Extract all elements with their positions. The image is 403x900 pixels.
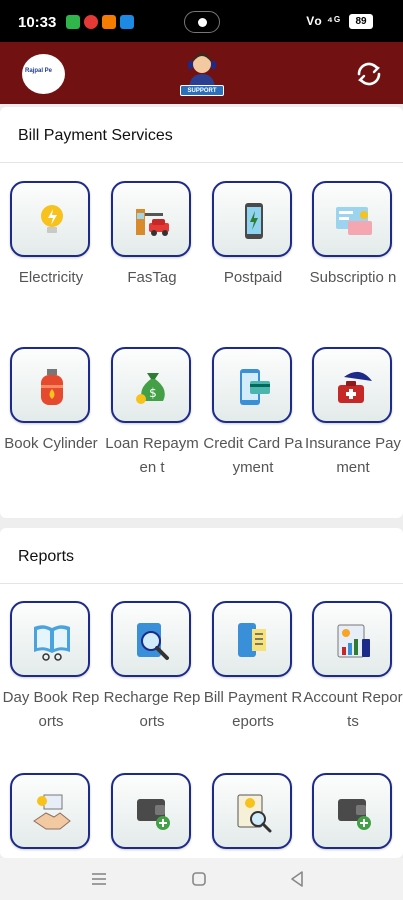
tile-box: [111, 601, 191, 677]
app-logo[interactable]: Rajpal Pe: [22, 54, 65, 94]
tile-box: [111, 181, 191, 257]
support-button[interactable]: SUPPORT: [176, 48, 228, 98]
notification-icon-1: [66, 15, 80, 29]
credit-card-icon: [240, 369, 270, 405]
signal-icon: Vo ⁴ᴳ: [306, 14, 341, 28]
book-icon: [34, 625, 70, 661]
tile-box: [212, 773, 292, 849]
back-icon[interactable]: [286, 868, 308, 890]
tile-box: [312, 347, 392, 423]
tile-label: Book Cylinder: [4, 435, 98, 452]
tile-label: Bill Payment Reports: [203, 689, 303, 730]
tile-label: Electricity: [18, 269, 84, 286]
reports-card: Reports Day Book Reports Recharge Report…: [0, 528, 403, 858]
divider: [0, 162, 403, 163]
tile-box: [10, 601, 90, 677]
bill-phone-icon: [238, 623, 266, 657]
tile-label: Subscriptio n: [309, 269, 397, 286]
tile-label: Loan Repaymen t: [105, 435, 199, 476]
wallet-add-icon: [137, 799, 170, 830]
tile-label: FasTag: [127, 269, 177, 286]
account-report-icon: [337, 624, 370, 658]
tile-box: [212, 181, 292, 257]
notification-icon-4: [120, 15, 134, 29]
section-title: Reports: [18, 548, 75, 565]
divider: [0, 583, 403, 584]
refresh-icon[interactable]: [355, 62, 383, 86]
tile-box: [312, 601, 392, 677]
dynamic-island: [184, 11, 220, 33]
tile-box: [312, 773, 392, 849]
info-search-icon: [237, 794, 272, 833]
bulb-icon: [41, 205, 63, 233]
notification-icon-2: [84, 15, 98, 29]
tile-label: Account Reports: [303, 689, 403, 730]
tile-box: $: [111, 347, 191, 423]
tile-box: [212, 347, 292, 423]
menu-icon[interactable]: [88, 868, 110, 890]
search-report-icon: [137, 623, 169, 660]
user-icon: [198, 18, 207, 27]
support-label: SUPPORT: [180, 85, 224, 96]
gas-cylinder-icon: [41, 369, 63, 405]
phone-icon: [245, 203, 263, 239]
section-title: Bill Payment Services: [18, 127, 173, 144]
tile-label: Insurance Payment: [305, 435, 401, 476]
tile-label: Credit Card Payment: [203, 435, 303, 476]
svg-text:$: $: [149, 386, 157, 400]
subscription-icon: [336, 207, 372, 235]
tile-box: [312, 181, 392, 257]
status-bar: 10:33 Vo ⁴ᴳ 89: [0, 0, 403, 42]
tile-box: [111, 773, 191, 849]
status-time: 10:33: [18, 14, 57, 31]
tile-box: [10, 773, 90, 849]
money-bag-icon: $: [136, 373, 165, 404]
app-header: Rajpal Pe SUPPORT: [0, 42, 403, 104]
system-nav-bar: [0, 858, 403, 900]
tile-box: [10, 181, 90, 257]
logo-text: Rajpal Pe: [25, 68, 53, 74]
support-agent-icon: [188, 53, 216, 88]
wallet-add-icon: [338, 799, 371, 830]
battery-icon: 89: [349, 14, 373, 29]
bill-payment-card: Bill Payment Services Electricity FasTag: [0, 107, 403, 518]
tile-box: [10, 347, 90, 423]
tile-label: Recharge Reports: [103, 689, 201, 730]
home-icon[interactable]: [188, 868, 210, 890]
tile-label: Postpaid: [223, 269, 283, 286]
tile-label: Day Book Reports: [2, 689, 100, 730]
handshake-icon: [33, 794, 71, 830]
notification-icon-3: [102, 15, 116, 29]
umbrella-icon: [338, 371, 372, 403]
toll-car-icon: [136, 209, 169, 236]
tile-box: [212, 601, 292, 677]
